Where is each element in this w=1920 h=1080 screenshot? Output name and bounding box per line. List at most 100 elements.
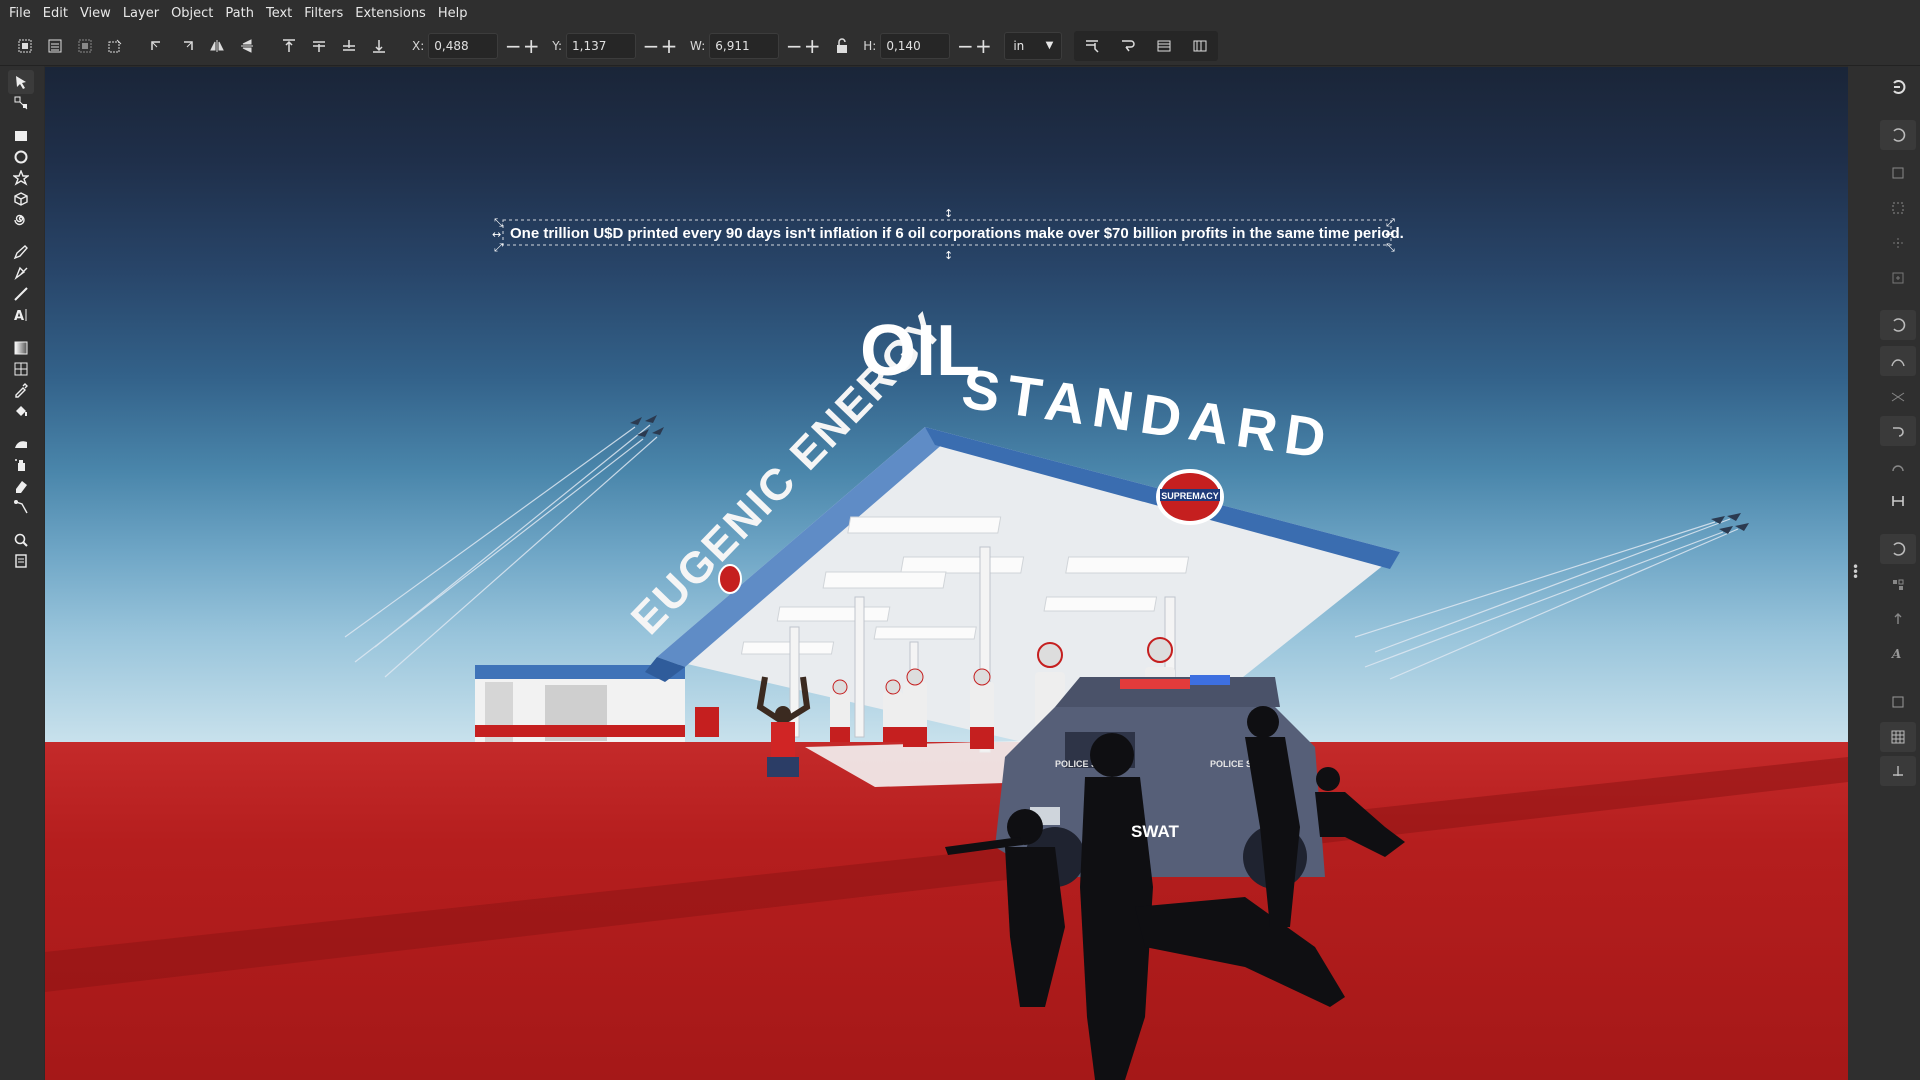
kneeling-figure bbox=[756, 676, 811, 777]
menubar: File Edit View Layer Object Path Text Fi… bbox=[0, 0, 1920, 26]
menu-text[interactable]: Text bbox=[263, 6, 301, 21]
x-label: X: bbox=[412, 38, 425, 53]
spiral-tool-icon[interactable] bbox=[8, 208, 34, 232]
paint-bucket-tool-icon[interactable] bbox=[8, 399, 34, 423]
jets-left bbox=[344, 424, 658, 678]
snap-text-baseline-icon[interactable]: A bbox=[1880, 638, 1916, 668]
snap-nodes-icon[interactable] bbox=[1880, 310, 1916, 340]
text-tool-icon[interactable]: A bbox=[8, 303, 34, 327]
jet-silhouettes-left bbox=[630, 415, 664, 437]
small-badge bbox=[718, 564, 742, 594]
pages-tool-icon[interactable] bbox=[8, 549, 34, 573]
h-label: H: bbox=[863, 38, 877, 53]
menu-edit[interactable]: Edit bbox=[40, 6, 77, 21]
touch-select-icon[interactable] bbox=[100, 31, 130, 61]
station-building bbox=[475, 665, 685, 742]
rotate-cw-icon[interactable] bbox=[172, 31, 202, 61]
y-label: Y: bbox=[552, 38, 563, 53]
snap-grid-icon[interactable] bbox=[1880, 722, 1916, 752]
snap-toggle-icon[interactable] bbox=[1880, 72, 1916, 102]
snap-smooth-nodes-icon[interactable] bbox=[1880, 452, 1916, 482]
select-all-icon[interactable] bbox=[10, 31, 40, 61]
svg-text:⤡: ⤡ bbox=[1386, 241, 1395, 254]
snap-paths-icon[interactable] bbox=[1880, 346, 1916, 376]
svg-text:↔: ↔ bbox=[1385, 228, 1394, 241]
menu-view[interactable]: View bbox=[77, 6, 120, 21]
title-oil: OIL bbox=[860, 311, 980, 391]
select-all-layers-icon[interactable] bbox=[40, 31, 70, 61]
w-increment-button[interactable]: + bbox=[797, 33, 827, 59]
move-gradients-icon[interactable] bbox=[1146, 31, 1182, 61]
menu-layer[interactable]: Layer bbox=[120, 6, 168, 21]
snap-object-centers-icon[interactable] bbox=[1880, 570, 1916, 600]
pump-1 bbox=[830, 679, 850, 742]
toolbox: A bbox=[0, 66, 44, 1080]
connector-tool-icon[interactable] bbox=[8, 495, 34, 519]
svg-text:↕: ↕ bbox=[944, 207, 953, 220]
ground-shadow bbox=[45, 757, 1848, 992]
snap-guides-icon[interactable] bbox=[1880, 756, 1916, 786]
snap-cusp-nodes-icon[interactable] bbox=[1880, 416, 1916, 446]
snap-rotation-centers-icon[interactable] bbox=[1880, 604, 1916, 634]
y-increment-button[interactable]: + bbox=[654, 33, 684, 59]
h-field[interactable]: 0,140 bbox=[880, 32, 951, 59]
rotate-ccw-icon[interactable] bbox=[142, 31, 172, 61]
snap-page-border-icon[interactable] bbox=[1880, 687, 1916, 717]
caption-text: One trillion U$D printed every 90 days i… bbox=[510, 225, 1404, 242]
canvas[interactable]: EUGENIC ENERGY OIL STANDARD SUPREMACY PO… bbox=[45, 67, 1848, 1080]
move-patterns-icon[interactable] bbox=[1182, 31, 1218, 61]
artwork: EUGENIC ENERGY OIL STANDARD SUPREMACY PO… bbox=[45, 207, 1848, 1080]
y-control: Y: 1,137 − + bbox=[552, 32, 684, 59]
h-increment-button[interactable]: + bbox=[968, 33, 998, 59]
flip-vertical-icon[interactable] bbox=[232, 31, 262, 61]
x-field[interactable]: 0,488 bbox=[428, 32, 499, 59]
menu-file[interactable]: File bbox=[6, 6, 40, 21]
panel-grip-icon[interactable]: • • • bbox=[1852, 561, 1859, 583]
node-tool-icon[interactable] bbox=[8, 91, 34, 115]
snap-midpoints-icon[interactable] bbox=[1880, 486, 1916, 516]
menu-extensions[interactable]: Extensions bbox=[352, 6, 435, 21]
tool-controls-bar: X: 0,488 − + Y: 1,137 − + W: 6,911 − + H… bbox=[0, 26, 1920, 66]
inkscape-window: File Edit View Layer Object Path Text Fi… bbox=[0, 0, 1920, 1080]
badge-text: SUPREMACY bbox=[1161, 491, 1219, 501]
red-cooler bbox=[695, 707, 719, 737]
chevron-down-icon: ▼ bbox=[1045, 40, 1054, 51]
lower-icon[interactable] bbox=[334, 31, 364, 61]
menu-object[interactable]: Object bbox=[168, 6, 222, 21]
svg-text:↕: ↕ bbox=[944, 249, 953, 262]
snap-intersections-icon[interactable] bbox=[1880, 382, 1916, 412]
deselect-icon[interactable] bbox=[70, 31, 100, 61]
snap-others-icon[interactable] bbox=[1880, 534, 1916, 564]
menu-help[interactable]: Help bbox=[435, 6, 477, 21]
snap-bbox-center-icon[interactable] bbox=[1880, 263, 1916, 293]
unit-value: in bbox=[1013, 38, 1025, 53]
scale-stroke-icon[interactable] bbox=[1074, 31, 1110, 61]
w-label: W: bbox=[690, 38, 706, 53]
x-control: X: 0,488 − + bbox=[412, 32, 546, 59]
transform-affect-group bbox=[1074, 30, 1219, 61]
y-field[interactable]: 1,137 bbox=[566, 32, 637, 59]
lower-to-bottom-icon[interactable] bbox=[364, 31, 394, 61]
supremacy-badge: SUPREMACY bbox=[1156, 469, 1224, 525]
raise-to-top-icon[interactable] bbox=[274, 31, 304, 61]
svg-text:⤢: ⤢ bbox=[494, 241, 503, 254]
snap-bbox-icon[interactable] bbox=[1880, 120, 1916, 150]
menu-path[interactable]: Path bbox=[222, 6, 263, 21]
swat-label: SWAT bbox=[1131, 822, 1179, 841]
scale-corners-icon[interactable] bbox=[1110, 31, 1146, 61]
snap-bbox-edges-icon[interactable] bbox=[1880, 158, 1916, 188]
snap-bbox-corners-icon[interactable] bbox=[1880, 193, 1916, 223]
flip-horizontal-icon[interactable] bbox=[202, 31, 232, 61]
x-increment-button[interactable]: + bbox=[516, 33, 546, 59]
lock-ratio-icon[interactable] bbox=[827, 31, 857, 61]
pump-2 bbox=[883, 679, 903, 742]
svg-text:A: A bbox=[1891, 647, 1901, 661]
raise-icon[interactable] bbox=[304, 31, 334, 61]
snap-bbox-midpoints-icon[interactable] bbox=[1880, 228, 1916, 258]
unit-select[interactable]: in ▼ bbox=[1004, 31, 1063, 60]
menu-filters[interactable]: Filters bbox=[301, 6, 352, 21]
svg-text:A: A bbox=[14, 309, 24, 323]
w-field[interactable]: 6,911 bbox=[709, 32, 780, 59]
jets-right bbox=[1354, 518, 1739, 680]
h-control: H: 0,140 − + bbox=[863, 32, 998, 59]
